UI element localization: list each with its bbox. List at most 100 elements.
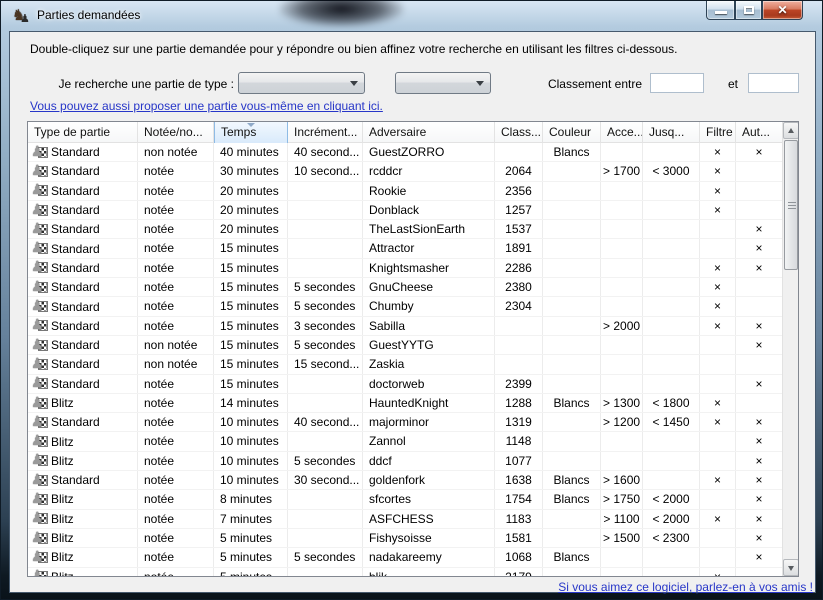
cell-filtre <box>700 490 736 508</box>
column-header-aut[interactable]: Aut... <box>736 122 783 143</box>
table-row[interactable]: ♟Standardnotée10 minutes40 second...majo… <box>28 413 798 432</box>
table-row[interactable]: ♟Standardnotée20 minutesDonblack1257× <box>28 201 798 220</box>
table-row[interactable]: ♟Blitznotée10 minutesZannol1148× <box>28 432 798 451</box>
cell-couleur <box>543 259 601 277</box>
column-header-couleur[interactable]: Couleur <box>543 122 601 143</box>
minimize-button[interactable] <box>706 1 735 20</box>
table-row[interactable]: ♟Standardnotée10 minutes30 second...gold… <box>28 471 798 490</box>
table-row[interactable]: ♟Standardnotée15 minutesdoctorweb2399× <box>28 375 798 394</box>
cell-acce: > 1100 <box>601 510 643 528</box>
cell-couleur <box>543 568 601 577</box>
secondary-filter-combobox[interactable] <box>395 72 491 94</box>
cell-increment: 40 second... <box>288 413 363 431</box>
cell-notee: notée <box>138 239 214 257</box>
cell-couleur: Blancs <box>543 143 601 161</box>
table-row[interactable]: ♟Standardnotée15 minutes5 secondesGnuChe… <box>28 278 798 297</box>
background-smudge <box>279 0 404 27</box>
cell-aut: × <box>736 548 783 566</box>
cell-type: ♟Standard <box>28 201 138 219</box>
table-row[interactable]: ♟Blitznotée8 minutessfcortes1754Blancs> … <box>28 490 798 509</box>
table-row[interactable]: ♟Standardnotée20 minutesTheLastSionEarth… <box>28 220 798 239</box>
scroll-up-button[interactable] <box>783 122 799 139</box>
cell-classement: 1288 <box>495 394 543 412</box>
cell-temps: 10 minutes <box>214 432 288 450</box>
share-with-friends-link[interactable]: Si vous aimez ce logiciel, parlez-en à v… <box>558 580 813 594</box>
cell-adversaire: Sabilla <box>363 317 495 335</box>
type-filter-combobox[interactable] <box>238 72 365 94</box>
cell-classement: 1754 <box>495 490 543 508</box>
classement-max-input[interactable] <box>748 73 799 93</box>
cell-adversaire: ddcf <box>363 452 495 470</box>
table-row[interactable]: ♟Blitznotée5 minutesblik2179× <box>28 568 798 577</box>
cell-increment: 40 second... <box>288 143 363 161</box>
table-row[interactable]: ♟Standardnotée20 minutesRookie2356× <box>28 182 798 201</box>
games-table: Type de partie Notée/no... Temps Incréme… <box>27 121 799 577</box>
cell-adversaire: Rookie <box>363 182 495 200</box>
table-row[interactable]: ♟Standardnotée15 minutesAttractor1891× <box>28 239 798 258</box>
cell-type: ♟Standard <box>28 182 138 200</box>
table-row[interactable]: ♟Standardnon notée40 minutes40 second...… <box>28 143 798 162</box>
propose-game-link[interactable]: Vous pouvez aussi proposer une partie vo… <box>30 99 383 113</box>
maximize-icon <box>744 6 754 14</box>
cell-aut: × <box>736 375 783 393</box>
game-type-label: Blitz <box>51 452 74 470</box>
cell-adversaire: sfcortes <box>363 490 495 508</box>
vertical-scrollbar[interactable] <box>782 122 798 576</box>
table-row[interactable]: ♟Blitznotée5 minutesFishysoisse1581> 150… <box>28 529 798 548</box>
column-header-notee[interactable]: Notée/no... <box>138 122 214 143</box>
column-header-filtre[interactable]: Filtre <box>700 122 736 143</box>
pawn-on-board-icon: ♟ <box>32 222 49 237</box>
classement-min-input[interactable] <box>650 73 704 93</box>
column-header-acce[interactable]: Acce... <box>601 122 643 143</box>
column-header-adversaire[interactable]: Adversaire <box>363 122 495 143</box>
cell-type: ♟Standard <box>28 278 138 296</box>
table-row[interactable]: ♟Standardnotée15 minutes5 secondesChumby… <box>28 297 798 316</box>
cell-adversaire: blik <box>363 568 495 577</box>
title-bar[interactable]: ♞♟ Parties demandées ✕ <box>1 1 822 31</box>
column-header-type[interactable]: Type de partie <box>28 122 138 143</box>
cell-filtre: × <box>700 162 736 180</box>
column-header-increment[interactable]: Incrément... <box>288 122 363 143</box>
cell-increment <box>288 375 363 393</box>
cell-couleur: Blancs <box>543 490 601 508</box>
cell-classement: 1537 <box>495 220 543 238</box>
cell-couleur <box>543 278 601 296</box>
cell-acce <box>601 239 643 257</box>
close-button[interactable]: ✕ <box>762 1 803 20</box>
cell-temps: 7 minutes <box>214 510 288 528</box>
table-row[interactable]: ♟Blitznotée5 minutes5 secondesnadakareem… <box>28 548 798 567</box>
cell-temps: 15 minutes <box>214 259 288 277</box>
column-header-temps[interactable]: Temps <box>214 122 288 143</box>
cell-temps: 15 minutes <box>214 375 288 393</box>
pawn-on-board-icon: ♟ <box>32 492 49 507</box>
maximize-button[interactable] <box>735 1 762 20</box>
table-row[interactable]: ♟Standardnon notée15 minutes5 secondesGu… <box>28 336 798 355</box>
table-row[interactable]: ♟Standardnotée15 minutes3 secondesSabill… <box>28 317 798 336</box>
column-header-classement[interactable]: Class... <box>495 122 543 143</box>
cell-filtre: × <box>700 201 736 219</box>
game-type-label: Standard <box>51 220 100 238</box>
cell-temps: 15 minutes <box>214 239 288 257</box>
table-row[interactable]: ♟Blitznotée14 minutesHauntedKnight1288Bl… <box>28 394 798 413</box>
cell-notee: non notée <box>138 143 214 161</box>
table-row[interactable]: ♟Standardnotée15 minutesKnightsmasher228… <box>28 259 798 278</box>
scroll-down-button[interactable] <box>783 559 799 576</box>
game-type-label: Standard <box>51 317 100 335</box>
table-row[interactable]: ♟Standardnotée30 minutes10 second...rcdd… <box>28 162 798 181</box>
table-row[interactable]: ♟Standardnon notée15 minutes15 second...… <box>28 355 798 374</box>
chevron-down-icon <box>350 81 358 86</box>
cell-aut: × <box>736 220 783 238</box>
cell-notee: notée <box>138 297 214 315</box>
cell-notee: notée <box>138 278 214 296</box>
table-row[interactable]: ♟Blitznotée10 minutes5 secondesddcf1077× <box>28 452 798 471</box>
cell-classement: 1183 <box>495 510 543 528</box>
cell-aut: × <box>736 432 783 450</box>
cell-filtre <box>700 529 736 547</box>
table-row[interactable]: ♟Blitznotée7 minutesASFCHESS1183> 1100< … <box>28 510 798 529</box>
cell-increment: 15 second... <box>288 355 363 373</box>
cell-type: ♟Standard <box>28 297 138 315</box>
cell-jusq: < 2300 <box>643 529 700 547</box>
scrollbar-thumb[interactable] <box>784 140 798 270</box>
column-header-jusq[interactable]: Jusq... <box>643 122 700 143</box>
cell-couleur <box>543 336 601 354</box>
